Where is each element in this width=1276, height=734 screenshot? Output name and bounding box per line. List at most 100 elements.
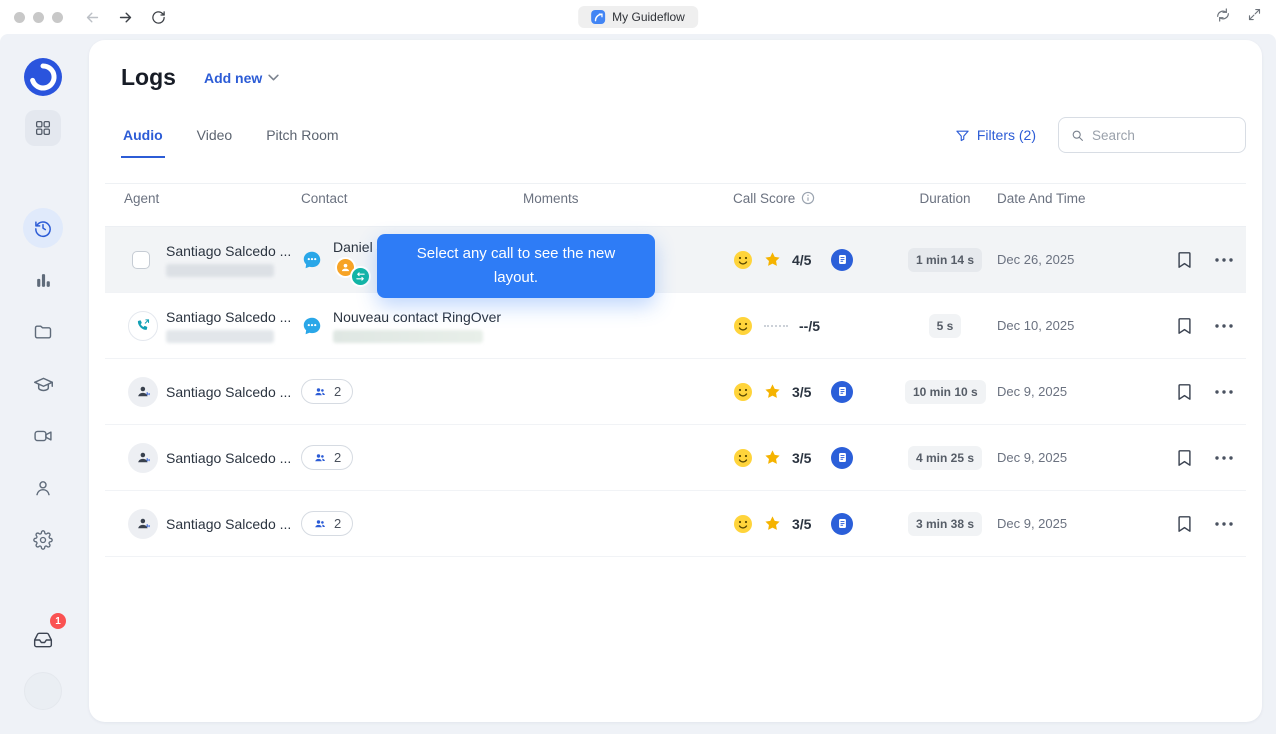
no-star-placeholder	[764, 324, 788, 327]
contact-count-pill[interactable]: 2	[301, 445, 354, 470]
log-row[interactable]: Santiago Salcedo ... 2 3/5	[105, 491, 1246, 557]
sidebar-item-library[interactable]	[23, 312, 63, 352]
sidebar: 1	[0, 34, 86, 734]
sentiment-smiley-icon	[734, 514, 752, 533]
log-row[interactable]: Santiago Salcedo ... Nouveau contact Rin…	[105, 293, 1246, 359]
summary-icon[interactable]	[831, 512, 854, 535]
duration-badge: 5 s	[928, 313, 962, 338]
contact-name: Nouveau contact RingOver	[333, 308, 502, 325]
contact-count-pill[interactable]: 2	[301, 511, 354, 536]
inbox-icon[interactable]: 1	[23, 613, 66, 660]
column-agent: Agent	[124, 190, 160, 206]
agent-name: Santiago Salcedo ...	[166, 383, 292, 400]
sidebar-item-coaching[interactable]	[23, 364, 63, 404]
tab-audio[interactable]: Audio	[121, 119, 165, 158]
sentiment-smiley-icon	[734, 448, 752, 467]
tab-pitch-room[interactable]: Pitch Room	[264, 119, 340, 158]
column-duration: Duration	[919, 190, 971, 206]
date-time: Dec 10, 2025	[997, 318, 1075, 333]
logs-table: Agent Contact Moments Call Score Duratio…	[105, 183, 1246, 557]
main-area: Logs Add new Audio Video Pitch Room Filt…	[86, 34, 1276, 734]
ringover-logo[interactable]	[24, 58, 62, 96]
contact-count: 2	[334, 516, 342, 531]
zoom-window-icon[interactable]	[52, 11, 63, 23]
column-call-score: Call Score	[733, 191, 905, 206]
search-icon	[1072, 130, 1083, 141]
tab-video[interactable]: Video	[195, 119, 235, 158]
chat-bubble-icon	[301, 249, 323, 271]
reload-icon[interactable]	[149, 8, 167, 26]
browser-titlebar: My Guideflow	[0, 0, 1276, 34]
bookmark-icon[interactable]	[1170, 510, 1198, 538]
window-controls[interactable]	[14, 11, 63, 23]
back-icon[interactable]	[83, 8, 101, 26]
browser-tab[interactable]: My Guideflow	[578, 6, 698, 28]
row-menu-icon[interactable]	[1210, 444, 1238, 472]
integration-icon	[350, 266, 371, 287]
sentiment-smiley-icon	[734, 316, 752, 335]
people-icon	[315, 387, 325, 395]
row-menu-icon[interactable]	[1210, 312, 1238, 340]
expand-icon[interactable]	[1247, 7, 1262, 27]
call-score-value: 3/5	[792, 449, 812, 466]
minimize-window-icon[interactable]	[33, 11, 44, 23]
table-header: Agent Contact Moments Call Score Duratio…	[105, 183, 1246, 227]
log-row[interactable]: Santiago Salcedo ... 2 3/5	[105, 425, 1246, 491]
bookmark-icon[interactable]	[1170, 444, 1198, 472]
contact-count-pill[interactable]: 2	[301, 379, 354, 404]
call-score-value: 4/5	[792, 251, 812, 268]
summary-icon[interactable]	[831, 446, 854, 469]
duration-badge: 10 min 10 s	[905, 379, 986, 404]
summary-icon[interactable]	[831, 380, 854, 403]
bookmark-icon[interactable]	[1170, 312, 1198, 340]
row-menu-icon[interactable]	[1210, 510, 1238, 538]
log-row[interactable]: Santiago Salcedo ... 2 3/5	[105, 359, 1246, 425]
call-score-value: --/5	[799, 317, 820, 334]
log-type-tabs: Audio Video Pitch Room	[121, 119, 341, 158]
row-menu-icon[interactable]	[1210, 378, 1238, 406]
search-input[interactable]	[1092, 127, 1233, 143]
sidebar-item-settings[interactable]	[23, 520, 63, 560]
user-avatar[interactable]	[24, 672, 62, 710]
people-icon	[315, 453, 325, 461]
share-icon[interactable]	[1215, 7, 1231, 28]
filters-button[interactable]: Filters (2)	[955, 127, 1036, 143]
sentiment-smiley-icon	[734, 382, 752, 401]
agent-name: Santiago Salcedo ...	[166, 515, 292, 532]
sidebar-item-analytics[interactable]	[23, 260, 63, 300]
log-row[interactable]: Santiago Salcedo ... Daniel J... 4/5 1 m…	[105, 227, 1246, 293]
bookmark-icon[interactable]	[1170, 246, 1198, 274]
duration-badge: 4 min 25 s	[907, 445, 983, 470]
row-checkbox[interactable]	[132, 250, 150, 269]
contact-count: 2	[334, 450, 342, 465]
star-icon	[765, 384, 780, 398]
info-icon[interactable]	[801, 191, 815, 205]
logs-card: Logs Add new Audio Video Pitch Room Filt…	[89, 40, 1262, 722]
date-time: Dec 9, 2025	[997, 384, 1068, 399]
apps-grid-icon[interactable]	[25, 110, 61, 146]
chat-bubble-icon	[301, 315, 323, 337]
sidebar-item-meetings[interactable]	[23, 416, 63, 456]
duration-badge: 1 min 14 s	[907, 247, 983, 272]
add-new-button[interactable]: Add new	[204, 70, 279, 86]
sidebar-item-call-history[interactable]	[23, 208, 63, 248]
guideflow-logo-icon	[591, 10, 606, 24]
forward-icon[interactable]	[116, 8, 134, 26]
bookmark-icon[interactable]	[1170, 378, 1198, 406]
agent-name: Santiago Salcedo ...	[166, 308, 292, 325]
guide-tooltip-text: Select any call to see the new layout.	[416, 245, 616, 286]
summary-icon[interactable]	[831, 248, 854, 271]
conference-avatar-icon	[128, 376, 158, 407]
row-menu-icon[interactable]	[1210, 246, 1238, 274]
date-time: Dec 9, 2025	[997, 450, 1068, 465]
close-window-icon[interactable]	[14, 11, 25, 23]
search-box	[1058, 117, 1246, 153]
add-new-label: Add new	[203, 69, 263, 86]
column-contact: Contact	[301, 190, 348, 206]
star-icon	[765, 252, 780, 266]
call-score-value: 3/5	[792, 515, 812, 532]
guide-tooltip: Select any call to see the new layout.	[377, 234, 655, 298]
chevron-down-icon	[268, 74, 279, 81]
sidebar-item-contacts[interactable]	[23, 468, 63, 508]
contact-count: 2	[334, 384, 342, 399]
